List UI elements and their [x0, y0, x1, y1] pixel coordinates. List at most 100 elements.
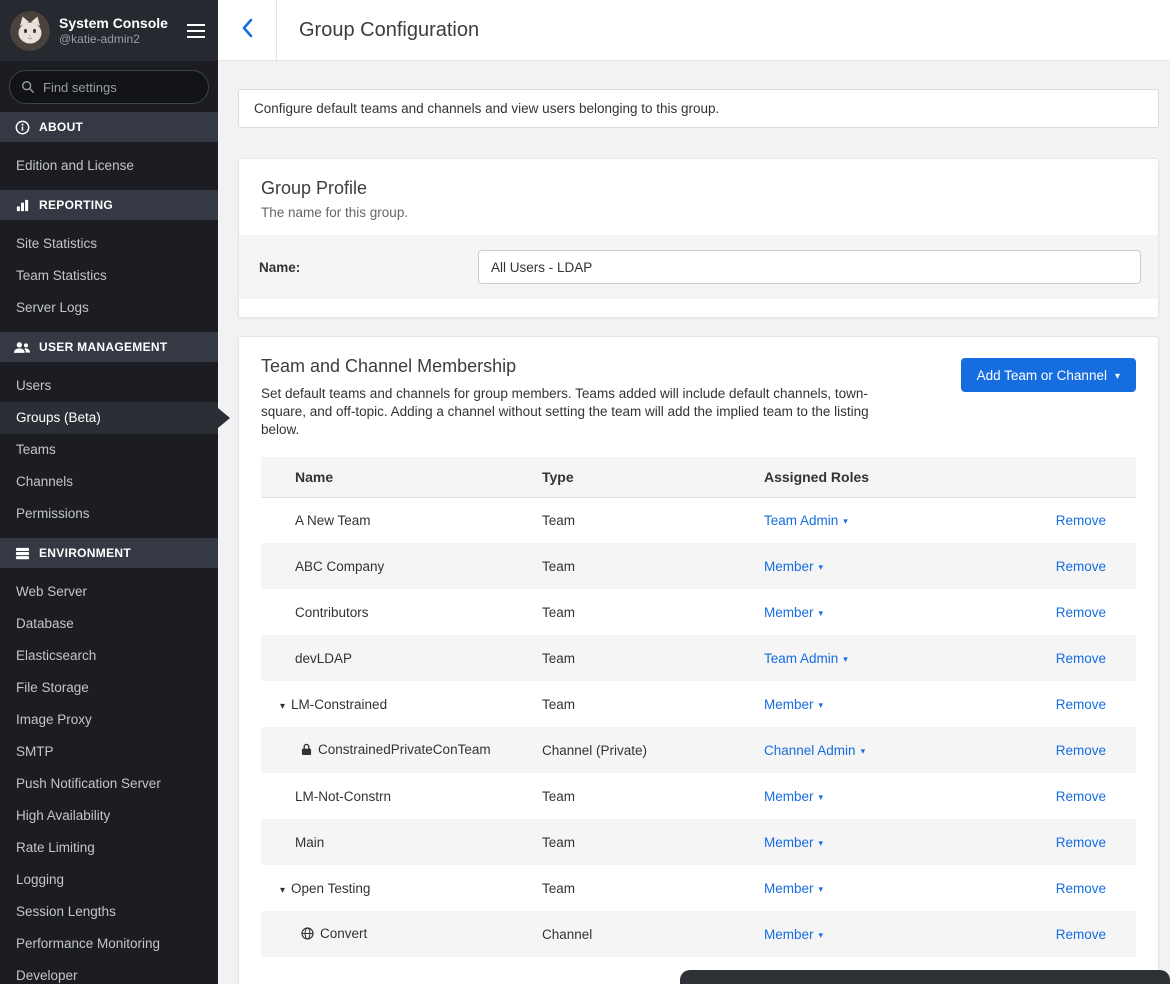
role-dropdown[interactable]: Member▾ [764, 789, 823, 804]
cell-remove: Remove [1036, 681, 1136, 727]
table-row-devldap: devLDAP TeamTeam Admin▾ Remove [261, 635, 1136, 681]
back-button[interactable] [218, 0, 277, 60]
sidebar: System Console @katie-admin2 ABOUTEdit [0, 0, 218, 984]
role-dropdown[interactable]: Team Admin▾ [764, 513, 848, 528]
cell-assigned-role: Member▾ [764, 589, 1036, 635]
sidebar-item-team-statistics[interactable]: Team Statistics [0, 260, 218, 292]
row-name: devLDAP [295, 651, 352, 666]
chevron-down-icon: ▾ [819, 562, 824, 572]
role-dropdown[interactable]: Member▾ [764, 697, 823, 712]
remove-button[interactable]: Remove [1056, 927, 1106, 942]
avatar[interactable] [10, 11, 50, 51]
sidebar-item-developer[interactable]: Developer [0, 960, 218, 984]
role-dropdown[interactable]: Member▾ [764, 559, 823, 574]
users-icon [14, 341, 30, 354]
sidebar-item-image-proxy[interactable]: Image Proxy [0, 704, 218, 736]
remove-button[interactable]: Remove [1056, 881, 1106, 896]
chevron-left-icon [241, 18, 253, 43]
sidebar-item-logging[interactable]: Logging [0, 864, 218, 896]
cell-assigned-role: Channel Admin ▾ [764, 727, 1036, 773]
sidebar-item-performance-monitoring[interactable]: Performance Monitoring [0, 928, 218, 960]
cell-remove: Remove [1036, 635, 1136, 681]
search-input[interactable] [9, 70, 209, 104]
add-team-or-channel-button[interactable]: Add Team or Channel ▾ [961, 358, 1136, 392]
cell-type: Channel (Private) [542, 727, 764, 773]
sidebar-item-rate-limiting[interactable]: Rate Limiting [0, 832, 218, 864]
page-title: Group Configuration [299, 19, 479, 42]
bottom-toast [680, 970, 1170, 984]
sidebar-item-groups-beta[interactable]: Groups (Beta) [0, 402, 218, 434]
sidebar-nav: ABOUTEdition and LicenseREPORTINGSite St… [0, 112, 218, 984]
column-assigned-roles: Assigned Roles [764, 457, 1036, 497]
sidebar-item-file-storage[interactable]: File Storage [0, 672, 218, 704]
column-type: Type [542, 457, 764, 497]
remove-button[interactable]: Remove [1056, 651, 1106, 666]
cell-type: Team [542, 635, 764, 681]
sidebar-item-elasticsearch[interactable]: Elasticsearch [0, 640, 218, 672]
table-row-constrainedprivateconteam: ConstrainedPrivateConTeamChannel (Privat… [261, 727, 1136, 773]
role-label: Member [764, 789, 814, 804]
sidebar-item-session-lengths[interactable]: Session Lengths [0, 896, 218, 928]
remove-button[interactable]: Remove [1056, 605, 1106, 620]
remove-button[interactable]: Remove [1056, 513, 1106, 528]
cell-assigned-role: Member▾ [764, 543, 1036, 589]
sidebar-item-permissions[interactable]: Permissions [0, 498, 218, 530]
chevron-down-icon: ▾ [819, 930, 824, 940]
cell-name: LM-Not-Constrn [261, 773, 542, 819]
header-row: Name Type Assigned Roles [261, 457, 1136, 497]
cell-name: ABC Company [261, 543, 542, 589]
membership-table-head: Name Type Assigned Roles [261, 457, 1136, 497]
role-label: Channel Admin [764, 743, 856, 758]
sidebar-item-database[interactable]: Database [0, 608, 218, 640]
sidebar-item-server-logs[interactable]: Server Logs [0, 292, 218, 324]
admin-username: @katie-admin2 [59, 32, 184, 47]
remove-button[interactable]: Remove [1056, 697, 1106, 712]
main-area: Group Configuration Configure default te… [218, 0, 1170, 984]
cell-remove: Remove [1036, 773, 1136, 819]
role-dropdown[interactable]: Member▾ [764, 605, 823, 620]
sidebar-item-push-notification-server[interactable]: Push Notification Server [0, 768, 218, 800]
cell-name: Contributors [261, 589, 542, 635]
role-dropdown[interactable]: Channel Admin ▾ [764, 743, 865, 758]
sidebar-category-label: REPORTING [39, 198, 113, 212]
role-label: Member [764, 697, 814, 712]
sidebar-item-web-server[interactable]: Web Server [0, 576, 218, 608]
table-row-main: MainTeamMember▾Remove [261, 819, 1136, 865]
sidebar-item-site-statistics[interactable]: Site Statistics [0, 228, 218, 260]
remove-button[interactable]: Remove [1056, 743, 1106, 758]
cell-remove: Remove [1036, 543, 1136, 589]
group-profile-subtitle: The name for this group. [239, 205, 1158, 220]
menu-icon[interactable] [184, 19, 208, 43]
sidebar-item-high-availability[interactable]: High Availability [0, 800, 218, 832]
cell-remove: Remove [1036, 589, 1136, 635]
cell-name: ConstrainedPrivateConTeam [261, 727, 542, 773]
sidebar-item-channels[interactable]: Channels [0, 466, 218, 498]
sidebar-category-user-management: USER MANAGEMENT [0, 332, 218, 362]
remove-button[interactable]: Remove [1056, 835, 1106, 850]
remove-button[interactable]: Remove [1056, 789, 1106, 804]
role-dropdown[interactable]: Member▾ [764, 927, 823, 942]
cell-type: Team [542, 773, 764, 819]
chevron-down-icon: ▾ [861, 746, 866, 756]
sidebar-item-edition-and-license[interactable]: Edition and License [0, 150, 218, 182]
sidebar-item-teams[interactable]: Teams [0, 434, 218, 466]
sidebar-identity: System Console @katie-admin2 [59, 15, 184, 47]
row-name: LM-Constrained [291, 697, 387, 712]
role-dropdown[interactable]: Member▾ [764, 835, 823, 850]
sidebar-category-reporting: REPORTING [0, 190, 218, 220]
cell-type: Team [542, 543, 764, 589]
row-name: Contributors [295, 605, 369, 620]
collapse-caret-icon[interactable]: ▾ [280, 885, 285, 896]
globe-icon [301, 927, 314, 943]
table-row-contributors: ContributorsTeamMember▾Remove [261, 589, 1136, 635]
membership-description: Set default teams and channels for group… [261, 385, 906, 439]
role-dropdown[interactable]: Member▾ [764, 881, 823, 896]
sidebar-item-users[interactable]: Users [0, 370, 218, 402]
role-dropdown[interactable]: Team Admin▾ [764, 651, 848, 666]
collapse-caret-icon[interactable]: ▾ [280, 701, 285, 712]
group-name-input[interactable] [478, 250, 1141, 284]
membership-title: Team and Channel Membership [261, 356, 906, 377]
sidebar-item-smtp[interactable]: SMTP [0, 736, 218, 768]
table-row-lm-not-constrn: LM-Not-ConstrnTeamMember▾ Remove [261, 773, 1136, 819]
remove-button[interactable]: Remove [1056, 559, 1106, 574]
